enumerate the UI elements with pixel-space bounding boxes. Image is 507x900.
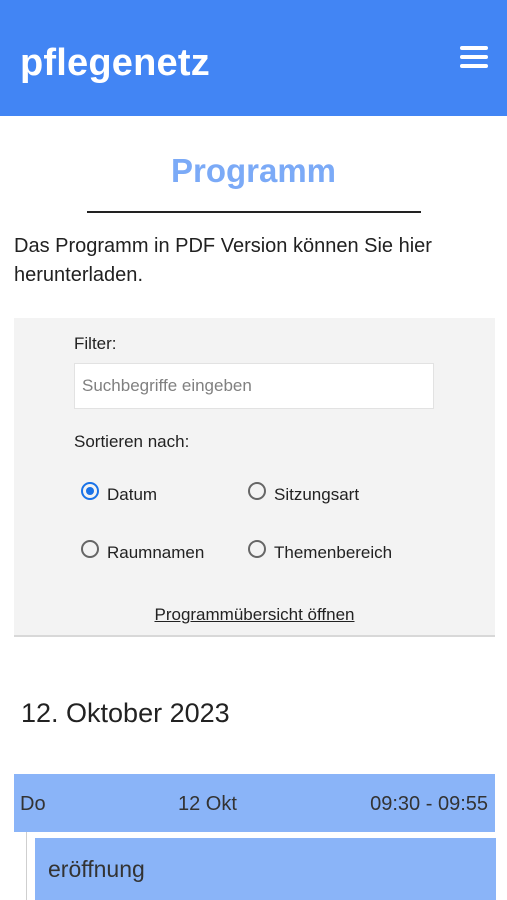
session-title: eröffnung xyxy=(48,856,145,882)
page-title: Programm xyxy=(170,152,337,189)
hamburger-menu-icon[interactable] xyxy=(460,44,490,70)
app-header: pflegenetz xyxy=(0,0,507,116)
intro-sentence: Das Programm in PDF Version können Sie h… xyxy=(14,235,432,257)
session-header[interactable]: Do 12 Okt 09:30 - 09:55 xyxy=(14,774,495,832)
sort-option-raumnamen[interactable]: Raumnamen xyxy=(81,539,204,562)
menu-line xyxy=(460,64,488,68)
sort-option-themenbereich[interactable]: Themenbereich xyxy=(248,539,392,562)
sort-option-label: Sitzungsart xyxy=(274,485,360,504)
title-divider xyxy=(87,211,421,213)
filter-label: Filter: xyxy=(74,334,117,353)
radio-unchecked-icon[interactable] xyxy=(248,482,266,500)
pdf-download-link[interactable]: herunterladen xyxy=(14,264,137,286)
sort-option-label: Themenbereich xyxy=(274,543,393,562)
radio-unchecked-icon[interactable] xyxy=(81,540,99,558)
brand-logo[interactable]: pflegenetz xyxy=(20,42,210,85)
sort-option-label: Datum xyxy=(107,485,158,504)
session-title-item[interactable]: eröffnung xyxy=(35,838,496,900)
session-detail: eröffnung xyxy=(26,832,496,900)
sort-option-datum[interactable]: Datum xyxy=(81,481,157,504)
date-heading: 12. Oktober 2023 xyxy=(21,698,230,728)
sort-label: Sortieren nach: xyxy=(74,432,190,451)
menu-line xyxy=(460,55,488,59)
session-time: 09:30 - 09:55 xyxy=(370,793,488,815)
radio-unchecked-icon[interactable] xyxy=(248,540,266,558)
filter-panel: Filter: Sortieren nach: Datum Sitzungsar… xyxy=(14,318,495,637)
sort-option-sitzungsart[interactable]: Sitzungsart xyxy=(248,481,359,504)
intro-text: Das Programm in PDF Version können Sie h… xyxy=(14,232,484,290)
radio-checked-icon[interactable] xyxy=(81,482,99,500)
menu-line xyxy=(460,46,488,50)
program-overview-link[interactable]: Programmübersicht öffnen xyxy=(14,605,495,625)
intro-end: . xyxy=(137,264,143,286)
sort-option-label: Raumnamen xyxy=(107,543,205,562)
session-date: 12 Okt xyxy=(178,793,237,815)
session-weekday: Do xyxy=(20,793,46,815)
search-input[interactable] xyxy=(74,363,434,409)
